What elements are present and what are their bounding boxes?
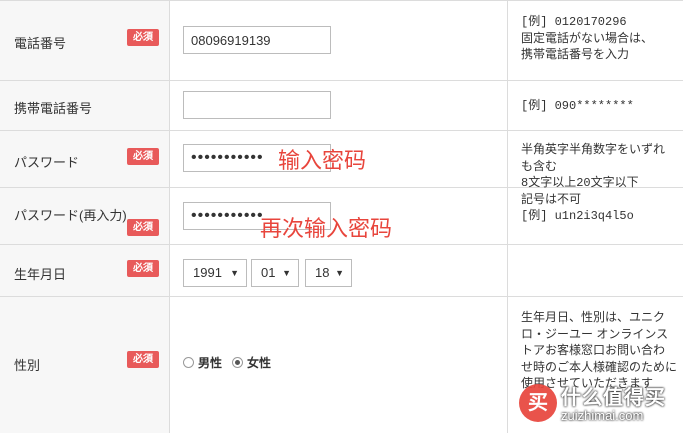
row-birthday: 生年月日 必須 1991 ▼ 01 ▼ 18 ▼ (0, 244, 683, 297)
gender-label: 性別 (14, 358, 41, 373)
radio-selected-icon (232, 357, 243, 368)
required-badge: 必須 (127, 29, 159, 46)
registration-form: 電話番号 必須 [例] 0120170296 固定電話がない場合は、 携帯電話番… (0, 0, 683, 433)
radio-icon (183, 357, 194, 368)
password-note: 半角英字半角数字をいずれ も含む 8文字以上20文字以下 記号は不可 [例] u… (521, 143, 666, 223)
watermark-title: 什么值得买 (561, 387, 666, 409)
phone-input[interactable] (183, 26, 331, 54)
birth-year-select[interactable]: 1991 ▼ (183, 259, 247, 287)
birth-day-select[interactable]: 18 ▼ (305, 259, 352, 287)
required-badge: 必須 (127, 148, 159, 165)
row-mobile: 携帯電話番号 [例] 090******** (0, 80, 683, 131)
annotation-reenter-password: 再次输入密码 (260, 217, 393, 242)
required-badge: 必須 (127, 351, 159, 368)
watermark-url: zuizhimai.com (561, 408, 644, 423)
annotation-enter-password: 输入密码 (278, 149, 367, 174)
required-badge: 必須 (127, 219, 159, 236)
mobile-input[interactable] (183, 91, 331, 119)
birthday-label: 生年月日 (14, 267, 67, 282)
phone-label: 電話番号 (14, 36, 67, 51)
password-label: パスワード (14, 155, 80, 170)
required-badge: 必須 (127, 260, 159, 277)
row-phone: 電話番号 必須 [例] 0120170296 固定電話がない場合は、 携帯電話番… (0, 0, 683, 81)
chevron-down-icon: ▼ (282, 268, 291, 278)
password-confirm-label: パスワード(再入力) (14, 208, 127, 223)
chevron-down-icon: ▼ (230, 268, 239, 278)
phone-note: [例] 0120170296 固定電話がない場合は、 携帯電話番号を入力 (521, 15, 654, 62)
site-watermark: 买 什么值得买 zuizhimai.com (517, 378, 683, 432)
gender-option-male[interactable]: 男性 (183, 354, 222, 371)
gender-option-female[interactable]: 女性 (232, 354, 271, 371)
mobile-note: [例] 090******** (521, 99, 634, 113)
zhi-logo-icon: 买 (519, 384, 557, 422)
chevron-down-icon: ▼ (335, 268, 344, 278)
mobile-label: 携帯電話番号 (14, 101, 93, 116)
birth-month-select[interactable]: 01 ▼ (251, 259, 299, 287)
